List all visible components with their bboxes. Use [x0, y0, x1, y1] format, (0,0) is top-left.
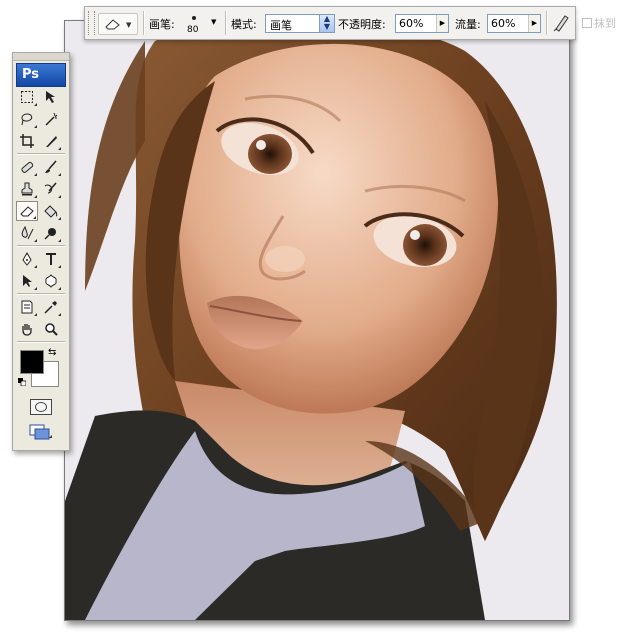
- updown-arrows-icon: ▲ ▼: [319, 15, 334, 32]
- marquee-icon: [21, 91, 33, 103]
- options-bar-grip[interactable]: [88, 11, 95, 35]
- screen-mode-button[interactable]: [29, 423, 53, 441]
- flow-value: 60%: [491, 17, 516, 30]
- custom-shape-tool[interactable]: [40, 271, 62, 291]
- blur-drop-icon: [21, 226, 34, 240]
- erase-to-history-label: 抹到: [594, 17, 616, 30]
- brush-tip-icon: [192, 16, 196, 20]
- blur-tool[interactable]: [16, 223, 38, 243]
- brush-icon: [45, 160, 57, 173]
- pen-icon: [22, 252, 32, 266]
- foreground-color-swatch[interactable]: [20, 350, 44, 374]
- move-tool[interactable]: [40, 87, 62, 107]
- history-brush-tool[interactable]: [40, 179, 62, 199]
- dodge-icon: [44, 228, 56, 240]
- notes-icon: [21, 300, 33, 314]
- hand-tool[interactable]: [16, 319, 38, 339]
- lasso-tool[interactable]: [16, 109, 38, 129]
- dodge-tool[interactable]: [40, 223, 62, 243]
- notes-tool[interactable]: [16, 297, 38, 317]
- eraser-tool[interactable]: [16, 201, 38, 221]
- default-colors-icon[interactable]: [18, 378, 26, 386]
- document-canvas[interactable]: [64, 20, 570, 621]
- ps-logo[interactable]: Ps: [16, 63, 66, 87]
- opacity-label: 不透明度:: [338, 18, 386, 31]
- opacity-value: 60%: [399, 17, 424, 30]
- quick-mask-button[interactable]: [30, 399, 52, 415]
- divider: [17, 153, 65, 155]
- magic-wand-tool[interactable]: [40, 109, 62, 129]
- eyedropper-tool[interactable]: [40, 297, 62, 317]
- portrait-artwork: [65, 21, 569, 620]
- magic-wand-icon: [45, 112, 58, 126]
- eraser-icon: [105, 18, 121, 33]
- flow-field[interactable]: 60% ▶: [487, 14, 541, 33]
- clone-stamp-tool[interactable]: [16, 179, 38, 199]
- stamp-icon: [21, 182, 33, 196]
- divider: [17, 341, 65, 343]
- type-icon: [46, 253, 56, 265]
- divider: [546, 11, 548, 35]
- divider: [225, 11, 227, 35]
- airbrush-icon[interactable]: [553, 12, 571, 32]
- pen-tool[interactable]: [16, 249, 38, 269]
- toolbox-panel: Ps ⇆: [12, 52, 70, 451]
- slice-icon: [46, 136, 57, 147]
- options-bar: ▼ 画笔: 80 ▼ 模式: 画笔 ▲ ▼ 不透明度: 60% ▶ 流量: 60%…: [84, 6, 576, 40]
- eraser-icon: [20, 206, 34, 217]
- paint-bucket-icon: [44, 205, 58, 218]
- brush-preset-preview[interactable]: 80: [183, 11, 205, 35]
- flow-slider-button[interactable]: ▶: [528, 15, 540, 32]
- divider: [17, 245, 65, 247]
- path-selection-tool[interactable]: [16, 271, 38, 291]
- custom-shape-icon: [45, 274, 57, 288]
- type-tool[interactable]: [40, 249, 62, 269]
- chevron-down-icon: ▼: [126, 21, 132, 29]
- paint-bucket-tool[interactable]: [40, 201, 62, 221]
- mode-label: 模式:: [231, 18, 257, 31]
- crop-tool[interactable]: [16, 131, 38, 151]
- bandage-icon: [21, 161, 34, 173]
- tool-preset-picker[interactable]: ▼: [98, 13, 138, 35]
- healing-brush-tool[interactable]: [16, 157, 38, 177]
- flow-label: 流量:: [455, 18, 481, 31]
- eyedropper-icon: [44, 301, 57, 314]
- divider: [17, 293, 65, 295]
- brush-dropdown-button[interactable]: ▼: [211, 18, 216, 26]
- hand-icon: [22, 324, 32, 336]
- screen-mode-icon: [29, 424, 52, 440]
- crop-icon: [20, 134, 34, 148]
- brush-label: 画笔:: [149, 18, 175, 31]
- zoom-tool[interactable]: [40, 319, 62, 339]
- swap-colors-icon[interactable]: ⇆: [48, 347, 56, 358]
- magnifier-icon: [45, 323, 58, 336]
- marquee-tool[interactable]: [16, 87, 38, 107]
- move-icon: [46, 91, 55, 103]
- erase-to-history-option[interactable]: 抹到: [582, 15, 616, 31]
- divider: [143, 11, 145, 35]
- opacity-field[interactable]: 60% ▶: [395, 14, 449, 33]
- erase-to-history-checkbox[interactable]: [582, 18, 592, 28]
- toolbox-grip[interactable]: [13, 53, 69, 61]
- lasso-icon: [21, 113, 33, 126]
- opacity-slider-button[interactable]: ▶: [436, 15, 448, 32]
- brush-tool[interactable]: [40, 157, 62, 177]
- history-brush-icon: [44, 182, 57, 194]
- slice-tool[interactable]: [40, 131, 62, 151]
- mode-value: 画笔: [270, 19, 292, 32]
- arrow-pointer-icon: [23, 275, 32, 287]
- brush-size: 80: [187, 25, 199, 35]
- mode-select[interactable]: 画笔 ▲ ▼: [265, 14, 335, 33]
